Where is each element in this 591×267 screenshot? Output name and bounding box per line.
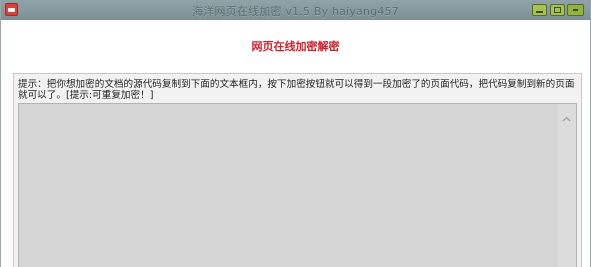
title-bar[interactable]: 海洋网页在线加密 v1.5 By haiyang457 [1,0,590,20]
chevron-up-icon[interactable] [562,116,571,124]
source-code-textarea[interactable] [18,103,577,267]
app-window: 海洋网页在线加密 v1.5 By haiyang457 网页在线加密解密 提示：… [0,0,591,267]
close-button[interactable] [567,4,584,16]
window-title: 海洋网页在线加密 v1.5 By haiyang457 [192,5,399,18]
maximize-button[interactable] [550,4,565,16]
instruction-text: 提示：把你想加密的文档的源代码复制到下面的文本框内，按下加密按钮就可以得到一段加… [18,79,575,101]
page-title: 网页在线加密解密 [251,40,340,53]
vertical-scrollbar[interactable] [558,104,576,267]
minimize-button[interactable] [532,4,547,16]
